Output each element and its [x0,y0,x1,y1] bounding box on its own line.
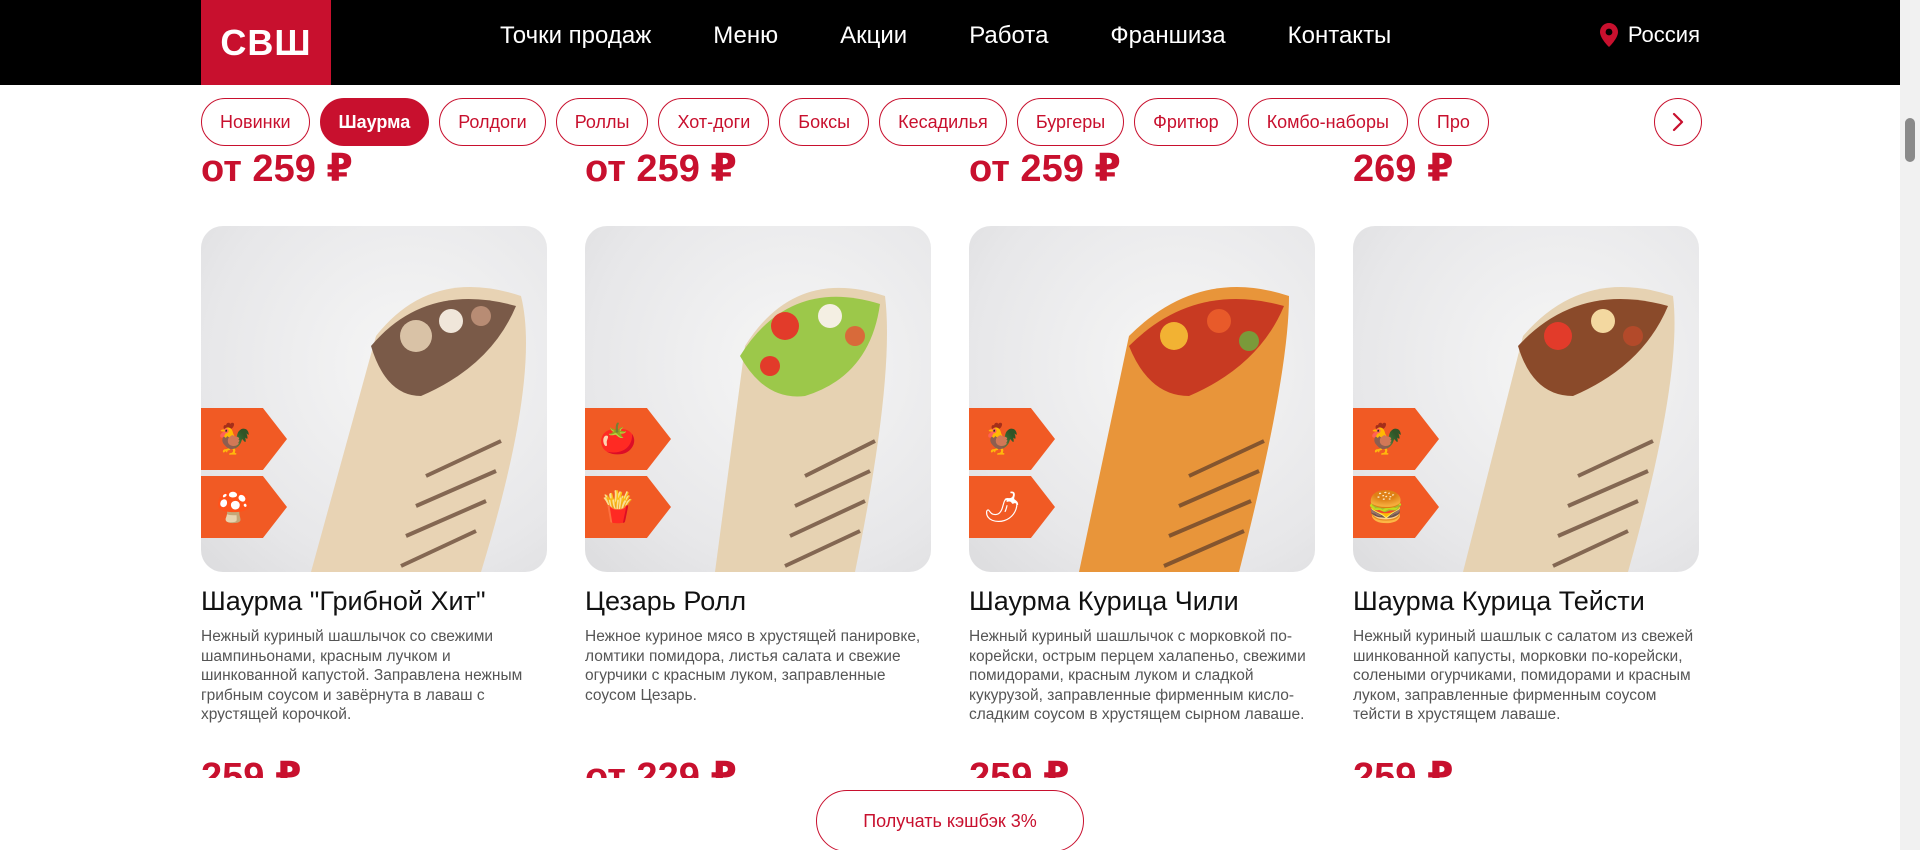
main-nav: Точки продаж Меню Акции Работа Франшиза … [500,0,1453,72]
product-price: от 259 ₽ [585,148,737,185]
region-label: Россия [1627,22,1700,47]
tab-boxes[interactable]: Боксы [779,98,870,146]
cashback-button[interactable]: Получать кэшбэк 3% [816,790,1084,850]
product-card[interactable]: 🐓 🍄 Шаурма "Грибной Хит" Нежный куриный … [201,226,547,778]
tab-combo[interactable]: Комбо-наборы [1247,98,1408,146]
nav-franchise[interactable]: Франшиза [1110,22,1225,50]
product-card[interactable]: 🐓 🌶 Шаурма Курица Чили Нежный куриный ша… [969,226,1315,778]
product-description: Нежное куриное мясо в хрустящей панировк… [585,628,921,704]
chevron-right-icon [1672,112,1684,132]
chicken-icon: 🐓 [215,422,253,456]
product-title[interactable]: Шаурма "Грибной Хит" [201,586,547,617]
nav-jobs[interactable]: Работа [969,22,1048,50]
tab-fryer[interactable]: Фритюр [1134,98,1238,146]
nav-promotions[interactable]: Акции [840,22,907,50]
product-price: 269 ₽ [1353,148,1454,185]
tabs-next-button[interactable] [1654,98,1702,146]
product-card[interactable]: 🐓 🍔 Шаурма Курица Тейсти Нежный куриный … [1353,226,1699,778]
mushroom-icon: 🍄 [215,490,253,524]
category-tabs: Новинки Шаурма Ролдоги Роллы Хот-доги Бо… [201,96,1641,148]
tab-rolls[interactable]: Роллы [555,98,649,146]
product-title[interactable]: Шаурма Курица Чили [969,586,1315,617]
nav-contacts[interactable]: Контакты [1288,22,1392,50]
product-price: 259 ₽ [1353,756,1454,778]
tab-new[interactable]: Новинки [201,98,310,146]
product-description: Нежный куриный шашлычок со свежими шампи… [201,628,523,723]
tabs-fade [1620,96,1654,148]
tab-hotdogs[interactable]: Хот-доги [658,98,770,146]
chicken-icon: 🐓 [983,422,1021,456]
chicken-icon: 🐓 [1367,422,1405,456]
tab-burgers[interactable]: Бургеры [1016,98,1125,146]
product-image[interactable]: 🐓 🍄 [201,226,547,572]
tab-quesadilla[interactable]: Кесадилья [879,98,1007,146]
scrollbar[interactable] [1900,0,1920,850]
scrollbar-thumb[interactable] [1905,118,1915,162]
product-title[interactable]: Цезарь Ролл [585,586,931,617]
product-price: 259 ₽ [969,756,1070,778]
product-image[interactable]: 🍅 🍟 [585,226,931,572]
tab-shawarma[interactable]: Шаурма [319,98,430,146]
map-pin-icon [1599,23,1618,47]
nav-menu[interactable]: Меню [713,22,778,50]
site-header: СВШ Точки продаж Меню Акции Работа Франш… [0,0,1900,85]
product-image[interactable]: 🐓 🌶 [969,226,1315,572]
product-price: от 259 ₽ [201,148,353,185]
logo[interactable]: СВШ [201,0,331,85]
tab-rolldogs[interactable]: Ролдоги [439,98,546,146]
product-image[interactable]: 🐓 🍔 [1353,226,1699,572]
chili-icon: 🌶 [983,490,1022,524]
nav-sales-points[interactable]: Точки продаж [500,22,651,50]
product-description: Нежный куриный шашлычок с морковкой по-к… [969,628,1306,723]
tab-more[interactable]: Про [1417,98,1489,146]
nuggets-icon: 🍟 [599,490,637,524]
region-selector[interactable]: Россия [1599,0,1700,70]
product-title[interactable]: Шаурма Курица Тейсти [1353,586,1699,617]
vegetables-icon: 🍅 [599,422,637,456]
burger-icon: 🍔 [1367,490,1405,524]
product-price: 259 ₽ [201,756,302,778]
product-description: Нежный куриный шашлык с салатом из свеже… [1353,628,1694,723]
product-price: от 229 ₽ [585,756,737,778]
product-price: от 259 ₽ [969,148,1121,185]
product-card[interactable]: 🍅 🍟 Цезарь Ролл Нежное куриное мясо в хр… [585,226,931,778]
